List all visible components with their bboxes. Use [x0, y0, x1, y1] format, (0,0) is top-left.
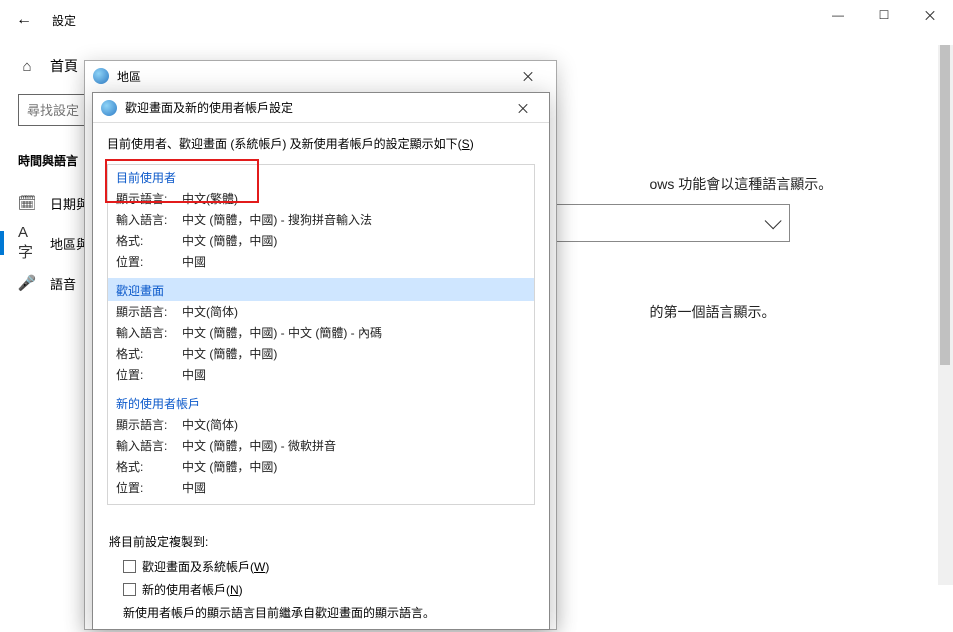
kv-value: 中文 (簡體，中國) [182, 458, 526, 475]
kv-row: 輸入語言:中文 (簡體，中國) - 搜狗拼音輸入法 [108, 209, 534, 230]
kv-label: 格式: [116, 232, 182, 249]
kv-value: 中文(简体) [182, 303, 526, 320]
kv-label: 位置: [116, 253, 182, 270]
settings-titlebar: ← 設定 [0, 0, 953, 40]
kv-value: 中文 (簡體，中國) - 中文 (簡體) - 內碼 [182, 324, 526, 341]
intro-text: 目前使用者、歡迎畫面 (系統帳戶) 及新使用者帳戶的設定顯示如下(S) [107, 135, 535, 152]
kv-value: 中文(简体) [182, 416, 526, 433]
kv-value: 中文 (簡體，中國) [182, 232, 526, 249]
welcome-title: 歡迎畫面及新的使用者帳戶設定 [125, 99, 293, 116]
kv-label: 顯示語言: [116, 416, 182, 433]
kv-row: 格式:中文 (簡體，中國) [108, 343, 534, 364]
checkbox-new-user[interactable]: 新的使用者帳戶(N) [123, 581, 535, 598]
checkbox-icon [123, 583, 136, 596]
close-button[interactable] [907, 0, 953, 30]
nav-label: 語音 [50, 274, 76, 293]
kv-row: 顯示語言:中文(繁體) [108, 188, 534, 209]
section-current-user: 目前使用者 顯示語言:中文(繁體) 輸入語言:中文 (簡體，中國) - 搜狗拼音… [108, 165, 534, 278]
kv-row: 格式:中文 (簡體，中國) [108, 230, 534, 251]
minimize-button[interactable]: — [815, 0, 861, 30]
kv-value: 中國 [182, 253, 526, 270]
kv-row: 格式:中文 (簡體，中國) [108, 456, 534, 477]
kv-row: 位置:中國 [108, 364, 534, 385]
kv-row: 顯示語言:中文(简体) [108, 414, 534, 435]
checkbox-label: 新的使用者帳戶(N) [142, 581, 243, 598]
close-icon [517, 102, 529, 114]
maximize-button[interactable]: ☐ [861, 0, 907, 30]
globe-icon [101, 100, 117, 116]
inherit-note: 新使用者帳戶的顯示語言目前繼承自歡迎畫面的顯示語言。 [123, 604, 535, 621]
kv-row: 位置:中國 [108, 251, 534, 272]
kv-row: 位置:中國 [108, 477, 534, 498]
kv-value: 中國 [182, 479, 526, 496]
back-button[interactable]: ← [4, 0, 44, 40]
section-new-user: 新的使用者帳戶 顯示語言:中文(简体) 輸入語言:中文 (簡體，中國) - 微軟… [108, 391, 534, 504]
kv-value: 中文 (簡體，中國) - 搜狗拼音輸入法 [182, 211, 526, 228]
checkbox-label: 歡迎畫面及系統帳戶(W) [142, 558, 269, 575]
globe-icon [93, 68, 109, 84]
kv-label: 格式: [116, 458, 182, 475]
settings-title: 設定 [44, 12, 76, 29]
window-controls: — ☐ [815, 0, 953, 30]
calendar-icon: 🗓 [18, 194, 36, 212]
mic-icon: 🎤 [18, 274, 36, 292]
accounts-groupbox: 目前使用者 顯示語言:中文(繁體) 輸入語言:中文 (簡體，中國) - 搜狗拼音… [107, 164, 535, 505]
kv-label: 輸入語言: [116, 324, 182, 341]
kv-value: 中文 (簡體，中國) [182, 345, 526, 362]
kv-label: 顯示語言: [116, 190, 182, 207]
kv-label: 顯示語言: [116, 303, 182, 320]
close-icon [924, 9, 936, 21]
chevron-down-icon [765, 212, 782, 229]
scrollbar[interactable] [938, 45, 953, 585]
kv-label: 格式: [116, 345, 182, 362]
welcome-close-button[interactable] [505, 95, 541, 121]
close-icon [522, 70, 534, 82]
home-label: 首頁 [50, 56, 78, 76]
kv-label: 輸入語言: [116, 211, 182, 228]
checkbox-icon [123, 560, 136, 573]
kv-row: 輸入語言:中文 (簡體，中國) - 微軟拼音 [108, 435, 534, 456]
welcome-body: 目前使用者、歡迎畫面 (系統帳戶) 及新使用者帳戶的設定顯示如下(S) 目前使用… [93, 123, 549, 621]
region-title: 地區 [117, 68, 141, 85]
kv-row: 顯示語言:中文(简体) [108, 301, 534, 322]
language-icon: A字 [18, 234, 36, 252]
copy-to-label: 將目前設定複製到: [109, 533, 535, 550]
home-icon: ⌂ [18, 57, 36, 75]
kv-label: 位置: [116, 479, 182, 496]
section-header: 新的使用者帳戶 [108, 391, 534, 414]
checkbox-welcome-system[interactable]: 歡迎畫面及系統帳戶(W) [123, 558, 535, 575]
section-header: 目前使用者 [108, 165, 534, 188]
kv-label: 輸入語言: [116, 437, 182, 454]
section-header: 歡迎畫面 [108, 278, 534, 301]
region-titlebar: 地區 [85, 61, 556, 91]
kv-value: 中國 [182, 366, 526, 383]
section-welcome-screen: 歡迎畫面 顯示語言:中文(简体) 輸入語言:中文 (簡體，中國) - 中文 (簡… [108, 278, 534, 391]
kv-label: 位置: [116, 366, 182, 383]
kv-value: 中文(繁體) [182, 190, 526, 207]
kv-value: 中文 (簡體，中國) - 微軟拼音 [182, 437, 526, 454]
welcome-dialog: 歡迎畫面及新的使用者帳戶設定 目前使用者、歡迎畫面 (系統帳戶) 及新使用者帳戶… [92, 92, 550, 630]
region-close-button[interactable] [508, 62, 548, 90]
kv-row: 輸入語言:中文 (簡體，中國) - 中文 (簡體) - 內碼 [108, 322, 534, 343]
scrollbar-thumb[interactable] [940, 45, 950, 365]
welcome-titlebar: 歡迎畫面及新的使用者帳戶設定 [93, 93, 549, 123]
